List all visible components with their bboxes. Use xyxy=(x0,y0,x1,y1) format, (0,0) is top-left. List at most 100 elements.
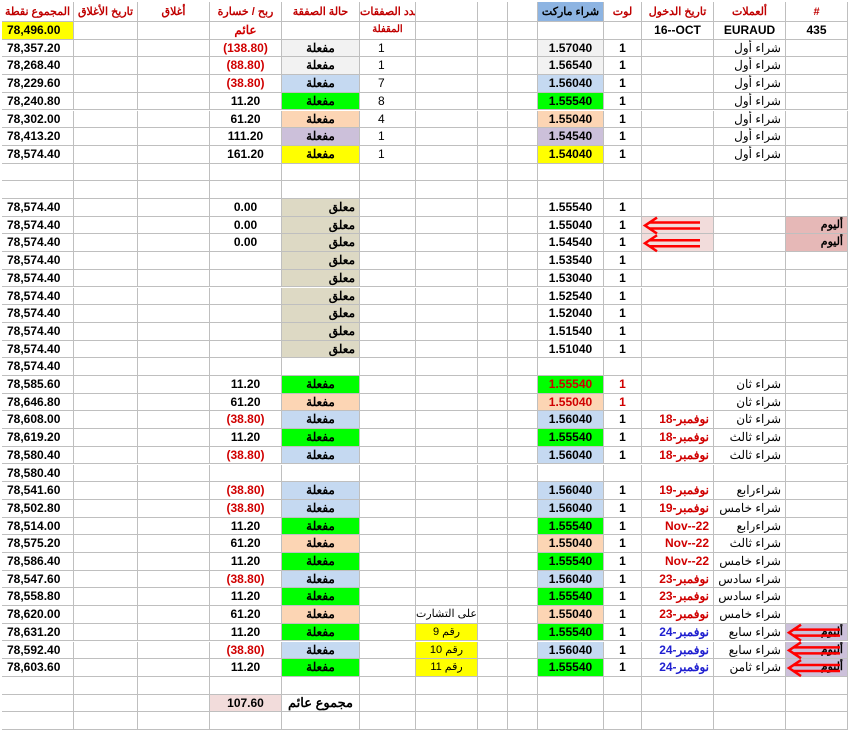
cell-lot[interactable]: 1 xyxy=(604,606,642,624)
cell-total[interactable]: 78,229.60 xyxy=(2,75,74,93)
cell-pl[interactable]: (88.80) xyxy=(210,57,282,76)
cell-e2[interactable] xyxy=(508,305,538,323)
cell-lot[interactable]: 1 xyxy=(604,39,642,58)
cell-price[interactable]: 1.51540 xyxy=(538,322,604,341)
cell-count[interactable] xyxy=(360,340,416,359)
cell-e1[interactable] xyxy=(478,517,508,536)
cell-e1[interactable] xyxy=(478,145,508,164)
cell-close[interactable] xyxy=(138,588,210,607)
header2-currency[interactable]: EURAUD xyxy=(714,22,786,40)
cell-close[interactable] xyxy=(138,570,210,589)
cell-e1[interactable] xyxy=(478,623,508,642)
cell-status[interactable]: مفعلة xyxy=(282,641,360,660)
cell-status[interactable]: مفعلة xyxy=(282,606,360,624)
cell-count[interactable] xyxy=(360,553,416,571)
header2-signal[interactable] xyxy=(416,22,478,40)
cell-close-date[interactable] xyxy=(74,464,138,483)
cell-entry[interactable] xyxy=(642,163,714,182)
cell-e2[interactable] xyxy=(508,606,538,624)
cell-note[interactable] xyxy=(786,340,848,359)
cell-status[interactable]: معلق xyxy=(282,269,360,288)
cell-signal[interactable] xyxy=(416,588,478,607)
cell-entry[interactable]: Nov--22 xyxy=(642,535,714,553)
cell-lot[interactable]: 1 xyxy=(604,322,642,341)
cell-currency[interactable]: شراء ثان xyxy=(714,393,786,412)
cell-close[interactable] xyxy=(138,712,210,730)
cell-e1[interactable] xyxy=(478,92,508,111)
cell-total[interactable]: 78,574.40 xyxy=(2,199,74,217)
cell-e2[interactable] xyxy=(508,659,538,677)
cell-currency[interactable] xyxy=(714,305,786,323)
cell-total[interactable]: 78,574.40 xyxy=(2,145,74,164)
cell-e1[interactable] xyxy=(478,110,508,129)
cell-close-date[interactable] xyxy=(74,429,138,447)
cell-close-date[interactable] xyxy=(74,553,138,571)
cell-close-date[interactable] xyxy=(74,588,138,607)
cell-pl[interactable]: 11.20 xyxy=(210,623,282,642)
cell-signal[interactable] xyxy=(416,517,478,536)
cell-close-date[interactable] xyxy=(74,199,138,217)
cell-count[interactable] xyxy=(360,694,416,713)
cell-status[interactable]: معلق xyxy=(282,340,360,359)
cell-currency[interactable] xyxy=(714,340,786,359)
cell-note[interactable]: أليوم xyxy=(786,623,848,642)
cell-close-date[interactable] xyxy=(74,659,138,677)
cell-e2[interactable] xyxy=(508,623,538,642)
cell-signal[interactable] xyxy=(416,252,478,270)
cell-currency[interactable]: شراء ثالث xyxy=(714,429,786,447)
cell-close-date[interactable] xyxy=(74,110,138,129)
cell-close[interactable] xyxy=(138,128,210,146)
cell-close-date[interactable] xyxy=(74,411,138,430)
cell-note[interactable] xyxy=(786,128,848,146)
cell-close-date[interactable] xyxy=(74,499,138,518)
cell-note[interactable] xyxy=(786,499,848,518)
cell-e1[interactable] xyxy=(478,588,508,607)
cell-e1[interactable] xyxy=(478,234,508,253)
cell-e2[interactable] xyxy=(508,588,538,607)
cell-close[interactable] xyxy=(138,659,210,677)
cell-e1[interactable] xyxy=(478,252,508,270)
cell-note[interactable] xyxy=(786,110,848,129)
cell-signal[interactable] xyxy=(416,535,478,553)
cell-count[interactable]: 1 xyxy=(360,128,416,146)
cell-close-date[interactable] xyxy=(74,305,138,323)
cell-close[interactable] xyxy=(138,429,210,447)
cell-signal[interactable] xyxy=(416,92,478,111)
cell-entry[interactable] xyxy=(642,75,714,93)
cell-lot[interactable] xyxy=(604,676,642,695)
cell-signal[interactable] xyxy=(416,57,478,76)
cell-count[interactable] xyxy=(360,535,416,553)
cell-close-date[interactable] xyxy=(74,517,138,536)
cell-lot[interactable]: 1 xyxy=(604,535,642,553)
cell-close-date[interactable] xyxy=(74,482,138,500)
cell-price[interactable] xyxy=(538,163,604,182)
cell-close[interactable] xyxy=(138,234,210,253)
cell-close[interactable] xyxy=(138,676,210,695)
cell-count[interactable]: 7 xyxy=(360,75,416,93)
cell-currency[interactable] xyxy=(714,181,786,199)
cell-entry[interactable] xyxy=(642,199,714,217)
header-e1[interactable] xyxy=(478,2,508,22)
cell-currency[interactable]: شراء سابع xyxy=(714,623,786,642)
cell-price[interactable]: 1.52040 xyxy=(538,305,604,323)
cell-close[interactable] xyxy=(138,464,210,483)
cell-status[interactable]: معلق xyxy=(282,216,360,235)
cell-note[interactable] xyxy=(786,305,848,323)
cell-close-date[interactable] xyxy=(74,358,138,376)
cell-status[interactable]: مفعلة xyxy=(282,110,360,129)
cell-lot[interactable]: 1 xyxy=(604,145,642,164)
cell-price[interactable]: 1.56040 xyxy=(538,446,604,465)
cell-close[interactable] xyxy=(138,482,210,500)
cell-e1[interactable] xyxy=(478,269,508,288)
cell-count[interactable] xyxy=(360,234,416,253)
header-status[interactable]: حالة الصفقة xyxy=(282,2,360,22)
cell-note[interactable] xyxy=(786,694,848,713)
cell-e1[interactable] xyxy=(478,712,508,730)
cell-e2[interactable] xyxy=(508,163,538,182)
cell-status[interactable]: مفعلة xyxy=(282,145,360,164)
cell-price[interactable] xyxy=(538,694,604,713)
cell-lot[interactable] xyxy=(604,181,642,199)
cell-total[interactable]: 78,547.60 xyxy=(2,570,74,589)
cell-price[interactable]: 1.53540 xyxy=(538,252,604,270)
cell-close[interactable] xyxy=(138,340,210,359)
